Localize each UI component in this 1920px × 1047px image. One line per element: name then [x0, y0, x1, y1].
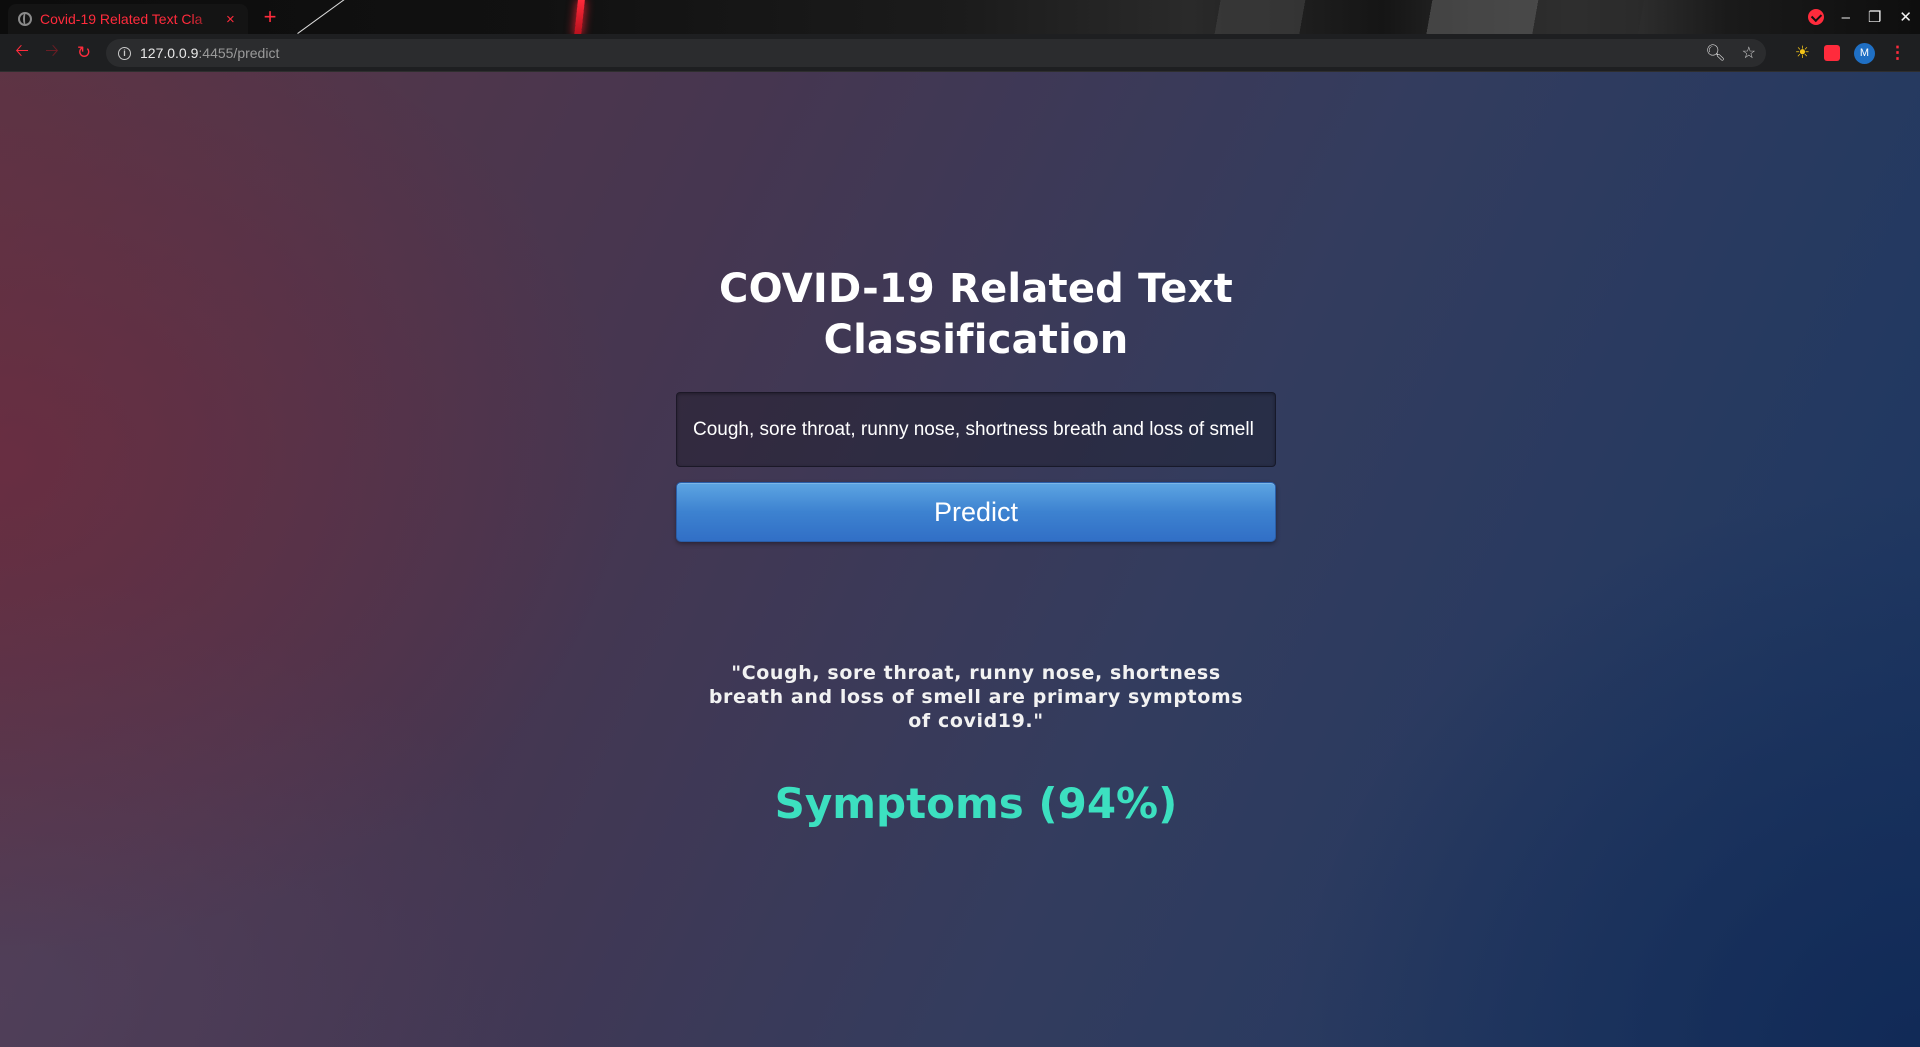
- globe-icon: [18, 12, 32, 26]
- tab-close-button[interactable]: ×: [226, 11, 235, 28]
- extensions-area: ☀ M ⋮: [1795, 34, 1906, 72]
- page-title: COVID-19 Related Text Classification: [719, 266, 1233, 363]
- restore-icon[interactable]: ❐: [1868, 8, 1881, 26]
- forward-arrow-icon[interactable]: 🡢: [39, 38, 65, 67]
- browser-tab[interactable]: Covid-19 Related Text Cla ×: [8, 4, 248, 34]
- puzzle-extension-icon[interactable]: [1824, 45, 1840, 61]
- predict-button[interactable]: Predict: [676, 482, 1276, 542]
- window-controls: – ❐ ✕: [1807, 4, 1912, 30]
- info-icon[interactable]: i: [118, 46, 131, 60]
- browser-toolbar: 🡠 🡢 ↻ i 127.0.0.9 :4455/predict 🔍︎ ☆ ☀ M…: [0, 34, 1920, 72]
- address-bar[interactable]: i 127.0.0.9 :4455/predict 🔍︎ ☆: [106, 39, 1766, 67]
- url-path: :4455/predict: [198, 45, 280, 61]
- tab-title: Covid-19 Related Text Cla: [40, 11, 203, 27]
- avatar[interactable]: M: [1854, 42, 1875, 64]
- close-window-icon[interactable]: ✕: [1899, 8, 1912, 26]
- zoom-icon[interactable]: 🔍︎: [1705, 43, 1725, 63]
- browser-tab-strip: Covid-19 Related Text Cla × + – ❐ ✕: [0, 0, 1920, 34]
- minimize-icon[interactable]: –: [1842, 9, 1850, 26]
- prediction-result: Symptoms (94%): [774, 779, 1178, 828]
- text-input[interactable]: [676, 392, 1276, 467]
- sun-extension-icon[interactable]: ☀: [1795, 43, 1810, 63]
- url-host: 127.0.0.9: [140, 45, 199, 61]
- submitted-text: "Cough, sore throat, runny nose, shortne…: [708, 662, 1244, 732]
- wallpaper-decoration: [297, 0, 345, 34]
- back-arrow-icon[interactable]: 🡠: [9, 38, 35, 67]
- wallpaper-decoration: [574, 0, 585, 34]
- reload-icon[interactable]: ↻: [71, 43, 97, 63]
- download-icon[interactable]: [1807, 9, 1824, 25]
- new-tab-button[interactable]: +: [259, 6, 281, 29]
- main-content: COVID-19 Related Text Classification Pre…: [676, 264, 1276, 829]
- address-bar-actions: 🔍︎ ☆: [1705, 39, 1756, 67]
- menu-dots-icon[interactable]: ⋮: [1889, 43, 1906, 63]
- wallpaper-decoration: [1150, 0, 1850, 34]
- bookmark-star-icon[interactable]: ☆: [1742, 43, 1756, 63]
- page-background: COVID-19 Related Text Classification Pre…: [0, 72, 1920, 1047]
